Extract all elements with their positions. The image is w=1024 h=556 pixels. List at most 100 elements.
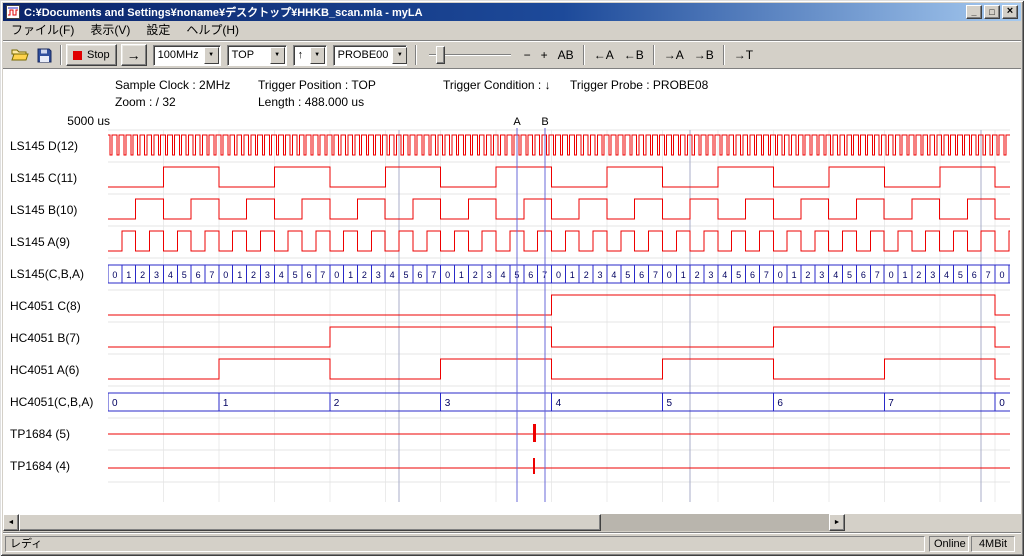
menu-help[interactable]: ヘルプ(H) xyxy=(178,21,247,40)
goto-marker-a-right-button[interactable]: →A xyxy=(659,45,689,65)
show-ab-markers-button[interactable]: AB xyxy=(553,45,579,65)
stop-icon xyxy=(73,51,82,60)
zoom-in-button[interactable]: + xyxy=(536,45,553,65)
svg-text:2: 2 xyxy=(473,270,478,280)
svg-text:3: 3 xyxy=(376,270,381,280)
svg-text:0: 0 xyxy=(999,270,1004,280)
svg-text:1: 1 xyxy=(126,270,131,280)
svg-text:4: 4 xyxy=(556,398,562,409)
svg-text:4: 4 xyxy=(944,270,949,280)
svg-text:1: 1 xyxy=(223,398,229,409)
chevron-down-icon[interactable]: ▼ xyxy=(270,47,285,64)
svg-text:0: 0 xyxy=(889,270,894,280)
clock-select[interactable]: 100MHz ▼ xyxy=(153,45,221,66)
stop-label: Stop xyxy=(87,49,110,61)
svg-text:0: 0 xyxy=(112,398,118,409)
svg-text:4: 4 xyxy=(168,270,173,280)
chevron-down-icon[interactable]: ▼ xyxy=(204,47,219,64)
svg-text:3: 3 xyxy=(487,270,492,280)
zoom-info: Zoom : / 32 xyxy=(115,95,176,109)
menu-settings[interactable]: 設定 xyxy=(138,21,178,40)
svg-text:5: 5 xyxy=(667,398,673,409)
svg-text:0: 0 xyxy=(112,270,117,280)
waveform-canvas[interactable]: 0123456701234567012345670123456701234567… xyxy=(108,114,1010,502)
svg-text:7: 7 xyxy=(888,398,894,409)
length-info: Length : 488.000 us xyxy=(258,95,364,109)
status-online-badge: Online xyxy=(929,536,969,552)
svg-text:1: 1 xyxy=(792,270,797,280)
svg-text:6: 6 xyxy=(639,270,644,280)
svg-text:3: 3 xyxy=(154,270,159,280)
svg-text:2: 2 xyxy=(916,270,921,280)
svg-text:4: 4 xyxy=(500,270,505,280)
svg-text:2: 2 xyxy=(140,270,145,280)
channel-label: HC4051 A(6) xyxy=(10,354,79,386)
close-button[interactable]: × xyxy=(1002,5,1018,19)
window-title: C:¥Documents and Settings¥noname¥デスクトップ¥… xyxy=(24,4,966,20)
svg-text:1: 1 xyxy=(237,270,242,280)
time-division-label: 5000 us xyxy=(3,114,110,128)
goto-marker-b-left-button[interactable]: ←B xyxy=(619,45,649,65)
channel-label: LS145 C(11) xyxy=(10,162,77,194)
scroll-left-button[interactable]: ◄ xyxy=(3,514,19,531)
trigger-edge-select[interactable]: ↑ ▼ xyxy=(293,45,327,66)
minimize-button[interactable]: _ xyxy=(966,5,982,19)
probe-select[interactable]: PROBE00 ▼ xyxy=(333,45,407,66)
trigger-position-value: TOP xyxy=(228,49,270,61)
channel-label: LS145 D(12) xyxy=(10,130,78,162)
svg-text:7: 7 xyxy=(986,270,991,280)
zoom-out-button[interactable]: − xyxy=(519,45,536,65)
titlebar[interactable]: C:¥Documents and Settings¥noname¥デスクトップ¥… xyxy=(3,3,1021,21)
svg-text:3: 3 xyxy=(708,270,713,280)
svg-text:1: 1 xyxy=(348,270,353,280)
channel-label: LS145 A(9) xyxy=(10,226,70,258)
statusbar: レディ Online 4MBit xyxy=(3,533,1021,553)
horizontal-scrollbar[interactable]: ◄ ► xyxy=(3,514,845,531)
svg-text:3: 3 xyxy=(445,398,451,409)
svg-text:3: 3 xyxy=(819,270,824,280)
svg-text:2: 2 xyxy=(805,270,810,280)
svg-text:0: 0 xyxy=(778,270,783,280)
maximize-button[interactable]: □ xyxy=(984,5,1000,19)
sample-clock-info: Sample Clock : 2MHz xyxy=(115,78,230,92)
run-button[interactable]: → xyxy=(121,44,147,66)
menu-view[interactable]: 表示(V) xyxy=(82,21,138,40)
svg-text:6: 6 xyxy=(528,270,533,280)
svg-text:2: 2 xyxy=(251,270,256,280)
save-file-button[interactable] xyxy=(32,44,56,66)
chevron-down-icon[interactable]: ▼ xyxy=(392,47,407,64)
window-controls: _ □ × xyxy=(966,5,1018,19)
svg-text:2: 2 xyxy=(334,398,340,409)
stop-button[interactable]: Stop xyxy=(66,44,117,66)
goto-marker-a-left-button[interactable]: ←A xyxy=(589,45,619,65)
svg-text:3: 3 xyxy=(930,270,935,280)
svg-text:6: 6 xyxy=(972,270,977,280)
open-file-button[interactable] xyxy=(8,44,32,66)
goto-trigger-button[interactable]: →T xyxy=(729,45,758,65)
toolbar: Stop → 100MHz ▼ TOP ▼ ↑ ▼ PROBE00 ▼ − + … xyxy=(3,42,1021,69)
document-area: Sample Clock : 2MHz Trigger Position : T… xyxy=(3,70,1021,514)
scrollbar-thumb[interactable] xyxy=(19,514,601,531)
channel-label: TP1684 (4) xyxy=(10,450,70,482)
zoom-slider-thumb[interactable] xyxy=(436,46,445,64)
zoom-slider[interactable] xyxy=(427,44,513,66)
channel-label: LS145 B(10) xyxy=(10,194,77,226)
svg-text:5: 5 xyxy=(958,270,963,280)
svg-text:2: 2 xyxy=(695,270,700,280)
channel-label: HC4051 B(7) xyxy=(10,322,80,354)
svg-text:5: 5 xyxy=(293,270,298,280)
svg-text:1: 1 xyxy=(681,270,686,280)
chevron-down-icon[interactable]: ▼ xyxy=(310,47,325,64)
menu-file[interactable]: ファイル(F) xyxy=(3,21,82,40)
app-icon xyxy=(6,5,20,19)
svg-text:7: 7 xyxy=(320,270,325,280)
menubar: ファイル(F) 表示(V) 設定 ヘルプ(H) xyxy=(3,21,1021,41)
scroll-right-button[interactable]: ► xyxy=(829,514,845,531)
svg-text:1: 1 xyxy=(459,270,464,280)
goto-marker-b-right-button[interactable]: →B xyxy=(689,45,719,65)
toolbar-separator xyxy=(415,45,417,65)
svg-text:4: 4 xyxy=(390,270,395,280)
trigger-condition-info: Trigger Condition : ↓ xyxy=(443,78,551,92)
app-window: C:¥Documents and Settings¥noname¥デスクトップ¥… xyxy=(0,0,1024,556)
trigger-position-select[interactable]: TOP ▼ xyxy=(227,45,287,66)
